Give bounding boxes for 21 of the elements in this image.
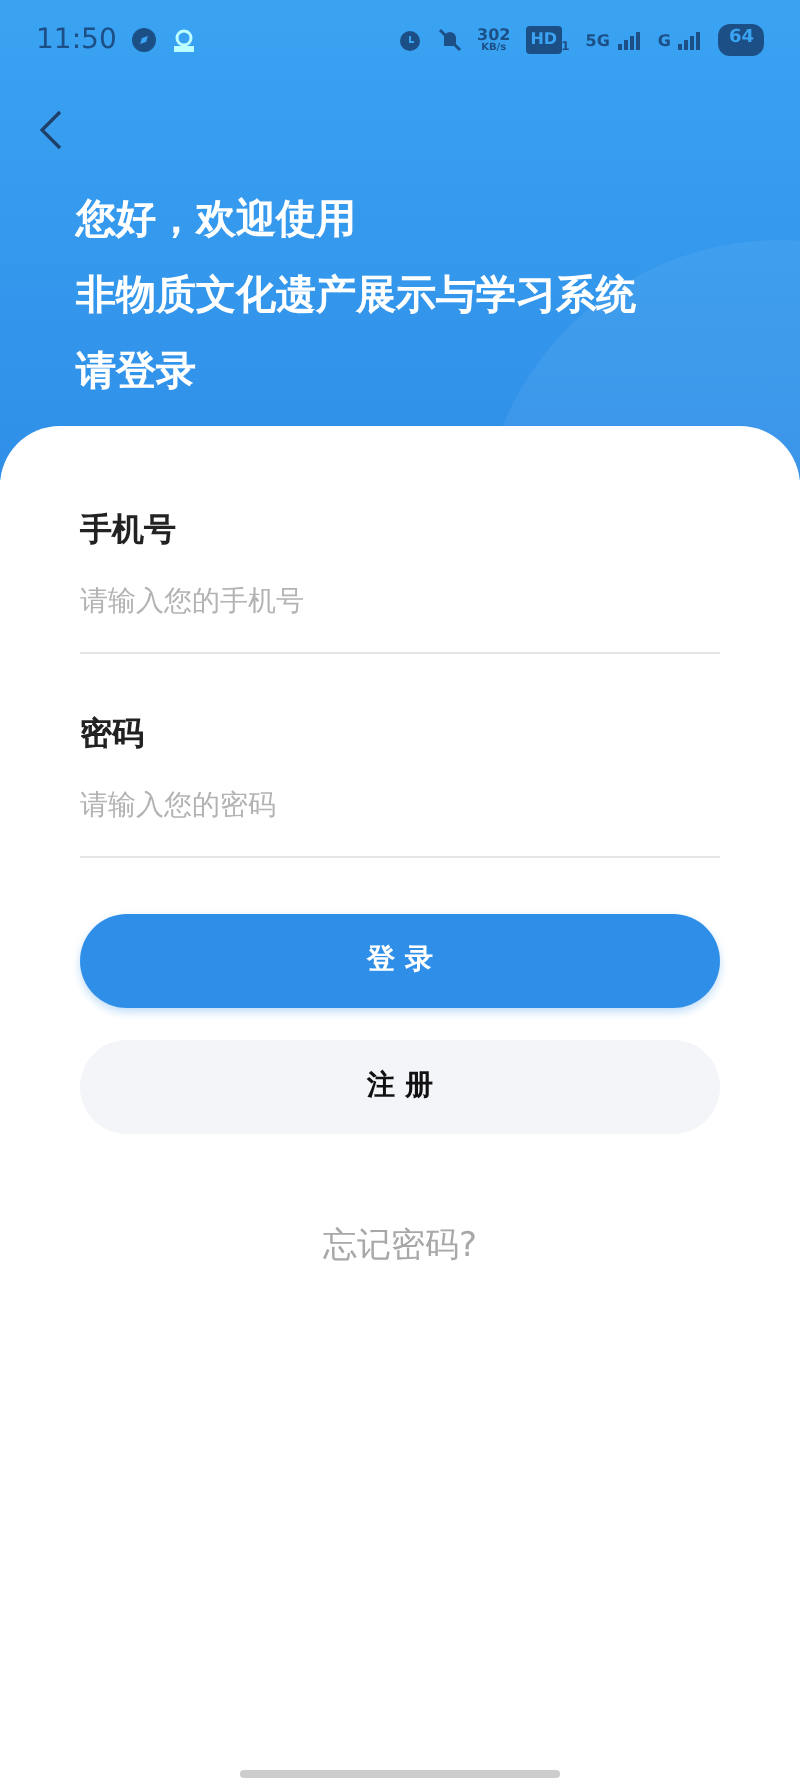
- compass-icon: [132, 28, 157, 52]
- network-speed: 302: [477, 27, 511, 43]
- mute-bell-icon: [437, 28, 462, 52]
- register-button[interactable]: 注 册: [80, 1040, 720, 1134]
- greeting-line: 您好，欢迎使用: [76, 192, 358, 246]
- login-button[interactable]: 登 录: [80, 914, 720, 1008]
- field-label: 密码: [80, 712, 146, 756]
- hd-indicator: HD: [526, 26, 562, 54]
- battery-level: 64: [718, 24, 764, 56]
- alarm-icon: [397, 28, 422, 52]
- network-type: G: [657, 33, 671, 49]
- greeting-line: 请登录: [76, 344, 198, 398]
- app-icon: [172, 28, 197, 52]
- status-time: 11:50: [36, 21, 117, 59]
- forgot-password-link[interactable]: 忘记密码?: [322, 1226, 478, 1266]
- back-icon[interactable]: [36, 107, 64, 152]
- network-type: 5G: [585, 33, 610, 49]
- signal-icon: [617, 31, 642, 49]
- signal-icon: [678, 31, 703, 49]
- greeting-line: 非物质文化遗产展示与学习系统: [76, 268, 638, 322]
- field-label: 手机号: [80, 508, 178, 552]
